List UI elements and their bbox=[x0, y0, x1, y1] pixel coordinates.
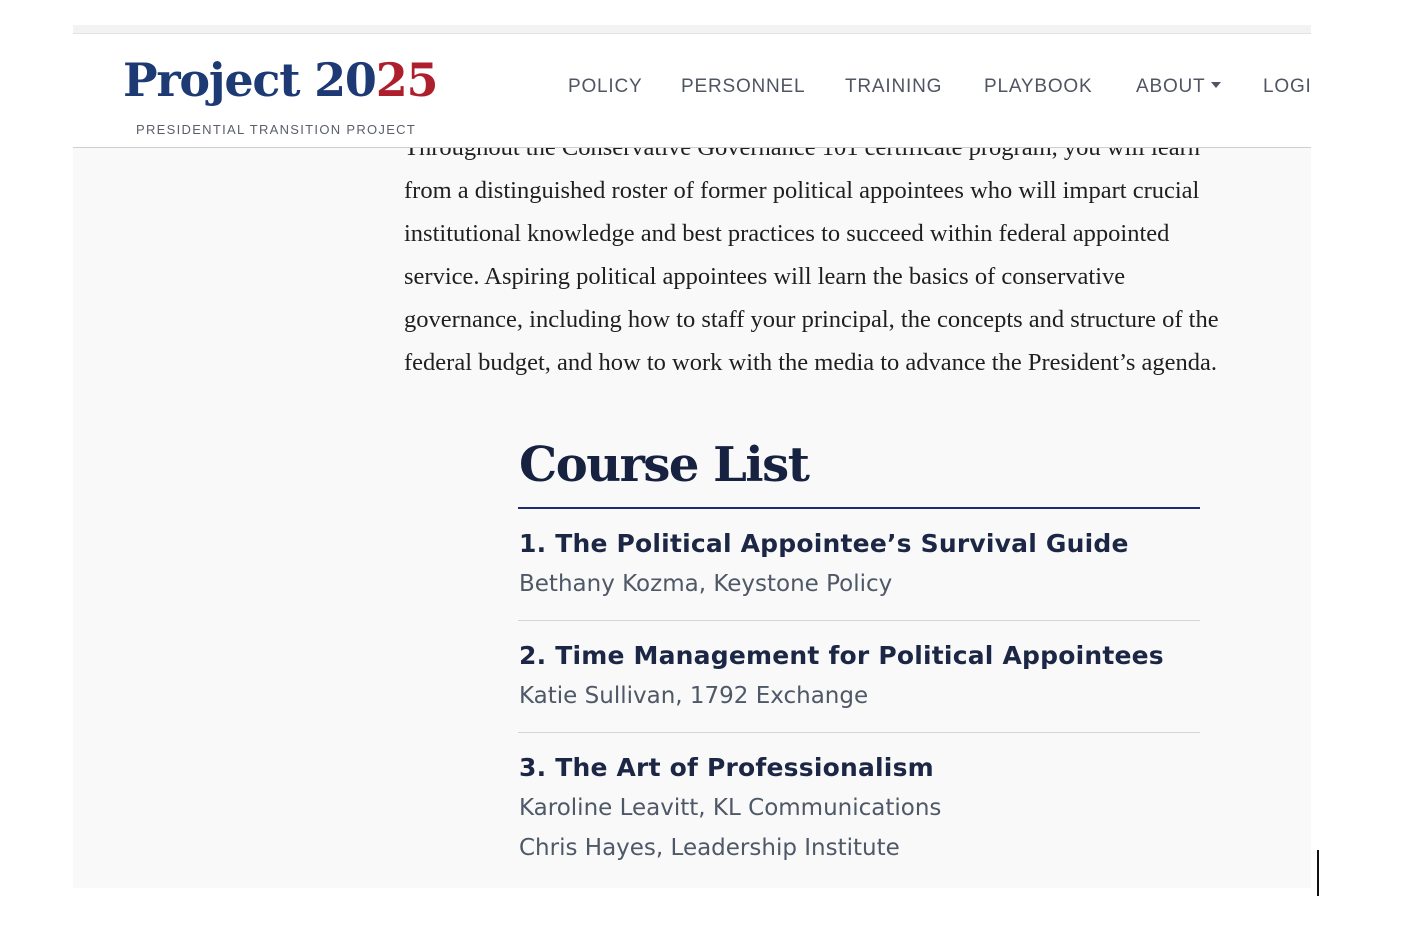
intro-line: from a distinguished roster of former po… bbox=[404, 177, 1200, 204]
logo-wordmark: Project 2025 bbox=[123, 52, 439, 108]
site-header: Project 2025 PRESIDENTIAL TRANSITION PRO… bbox=[73, 34, 1311, 148]
nav-login[interactable]: LOGI bbox=[1263, 76, 1311, 98]
intro-line: service. Aspiring political appointees w… bbox=[404, 263, 1126, 290]
logo-year-first: 20 bbox=[314, 53, 377, 107]
course-item: 1. The Political Appointee’s Survival Gu… bbox=[518, 509, 1200, 621]
site-logo[interactable]: Project 2025 PRESIDENTIAL TRANSITION PRO… bbox=[123, 52, 443, 142]
nav-training[interactable]: TRAINING bbox=[845, 76, 942, 98]
nav-playbook[interactable]: PLAYBOOK bbox=[984, 76, 1092, 98]
intro-paragraph: Throughout the Conservative Governance 1… bbox=[404, 126, 1304, 384]
course-author: Katie Sullivan, 1792 Exchange bbox=[519, 683, 869, 709]
course-item: 2. Time Management for Political Appoint… bbox=[518, 621, 1200, 733]
logo-year-second: 25 bbox=[375, 53, 439, 107]
logo-word: Project bbox=[123, 53, 315, 107]
course-author: Bethany Kozma, Keystone Policy bbox=[519, 571, 893, 597]
course-title: 3. The Art of Professionalism bbox=[519, 753, 934, 782]
intro-line: institutional knowledge and best practic… bbox=[404, 220, 1170, 247]
nav-about-label: ABOUT bbox=[1136, 76, 1206, 97]
intro-line: federal budget, and how to work with the… bbox=[404, 349, 1218, 376]
intro-line: governance, including how to staff your … bbox=[404, 306, 1219, 333]
top-strip bbox=[73, 25, 1311, 34]
browser-viewport: Throughout the Conservative Governance 1… bbox=[73, 25, 1311, 888]
course-title: 2. Time Management for Political Appoint… bbox=[519, 641, 1164, 670]
nav-personnel[interactable]: PERSONNEL bbox=[681, 76, 805, 98]
course-item: 3. The Art of Professionalism Karoline L… bbox=[518, 733, 1200, 884]
course-title: 1. The Political Appointee’s Survival Gu… bbox=[519, 529, 1129, 558]
logo-subtitle: PRESIDENTIAL TRANSITION PROJECT bbox=[136, 122, 417, 137]
nav-about[interactable]: ABOUT bbox=[1136, 76, 1222, 98]
chevron-down-icon bbox=[1211, 82, 1222, 88]
course-author: Chris Hayes, Leadership Institute bbox=[519, 835, 900, 861]
course-list-section: Course List 1. The Political Appointee’s… bbox=[518, 435, 1200, 884]
text-cursor bbox=[1317, 850, 1319, 896]
course-author: Karoline Leavitt, KL Communications bbox=[519, 795, 942, 821]
course-list-heading: Course List bbox=[519, 437, 810, 493]
nav-policy[interactable]: POLICY bbox=[568, 76, 643, 98]
